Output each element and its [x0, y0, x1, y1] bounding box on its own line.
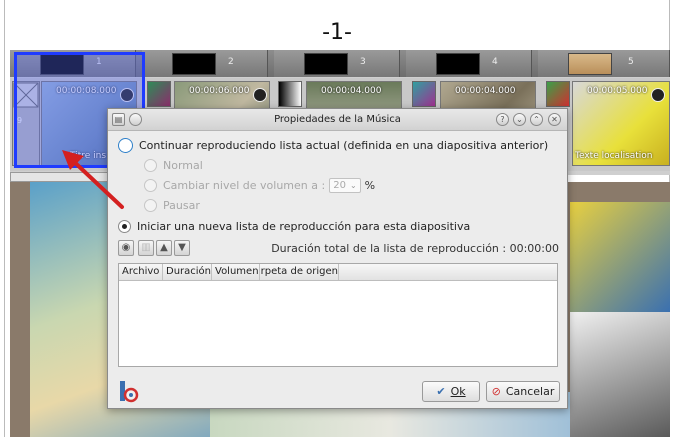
app-logo-icon: [118, 379, 140, 403]
maximize-icon[interactable]: ⌃: [530, 113, 543, 126]
radio-button[interactable]: [144, 179, 157, 192]
slide-header-3[interactable]: 3: [274, 50, 400, 77]
radio-label: Continuar reproduciendo lista actual (de…: [139, 139, 549, 152]
transition-icon[interactable]: [147, 81, 171, 107]
radio-normal[interactable]: Normal: [144, 159, 203, 172]
volume-spinbox[interactable]: 20 ⌄: [329, 178, 361, 193]
transition-icon[interactable]: [412, 81, 436, 107]
slide-header-5[interactable]: 5: [538, 50, 670, 77]
book-image: [570, 202, 670, 312]
slide-thumb: [304, 53, 348, 75]
dialog-titlebar: ▤ Propiedades de la Música ? ⌄ ⌃ ✕: [108, 109, 567, 131]
slide-header-2[interactable]: 2: [142, 50, 268, 77]
delete-icon: ▥: [141, 242, 151, 253]
radio-button[interactable]: [118, 138, 133, 153]
move-up-button[interactable]: ▲: [156, 240, 172, 256]
close-icon[interactable]: ✕: [548, 113, 561, 126]
help-icon[interactable]: ?: [496, 113, 509, 126]
radio-new-list[interactable]: Iniciar una nueva lista de reproducción …: [118, 220, 470, 233]
transition-icon[interactable]: [546, 81, 570, 107]
checkmark-icon: ✔: [436, 385, 446, 398]
column-header-file[interactable]: Archivo: [119, 264, 163, 280]
total-duration-label: Duración total de la lista de reproducci…: [271, 242, 559, 255]
remove-file-button[interactable]: ▥: [138, 240, 154, 256]
clip-time: 00:00:06.000: [189, 86, 250, 96]
column-header-volume[interactable]: Volumen: [212, 264, 260, 280]
clock-icon: [651, 88, 665, 102]
radio-label: Iniciar una nueva lista de reproducción …: [137, 220, 471, 233]
radio-change-volume[interactable]: Cambiar nivel de volumen a : 20 ⌄ %: [144, 178, 375, 193]
slide-number: 2: [228, 57, 234, 67]
volume-value: 20: [333, 180, 346, 191]
clip-time: 00:00:04.000: [455, 86, 516, 96]
slide-number: 4: [492, 57, 498, 67]
add-file-button[interactable]: ◉: [118, 240, 134, 256]
cancel-button[interactable]: ⊘ Cancelar: [486, 381, 560, 402]
folder-icon: ◉: [121, 242, 131, 253]
slide-number: 5: [628, 57, 634, 67]
playlist-table[interactable]: Archivo Duración Volumen Carpeta de orig…: [118, 263, 558, 367]
clip-time: 00:00:04.000: [321, 86, 382, 96]
slide-thumb: [172, 53, 216, 75]
slide-header-4[interactable]: 4: [406, 50, 532, 77]
step-title: -1-: [322, 20, 352, 45]
radio-label: Normal: [163, 159, 203, 172]
radio-label: Cambiar nivel de volumen a :: [163, 179, 326, 192]
slide-thumb: [568, 53, 612, 75]
clip-caption: Texte localisation: [575, 151, 653, 161]
radio-pause[interactable]: Pausar: [144, 199, 200, 212]
column-header-folder[interactable]: Carpeta de origen: [260, 264, 339, 280]
radio-button[interactable]: [144, 199, 157, 212]
arrow-down-icon: ▼: [178, 242, 186, 253]
radio-button[interactable]: [144, 159, 157, 172]
radio-button[interactable]: [118, 220, 131, 233]
clip-5[interactable]: 00:00:05.000 Texte localisation: [572, 81, 670, 166]
radio-label: Pausar: [163, 199, 200, 212]
left-frame-line: [4, 0, 5, 437]
clip-time: 00:00:05.000: [587, 86, 648, 96]
playlist-header: Archivo Duración Volumen Carpeta de orig…: [119, 264, 557, 281]
transition-icon[interactable]: [278, 81, 302, 107]
ok-button[interactable]: ✔ Ok: [422, 381, 480, 402]
cancel-icon: ⊘: [491, 385, 501, 398]
cancel-label: Cancelar: [505, 385, 555, 398]
ok-label: Ok: [450, 385, 466, 398]
clock-icon: [253, 88, 267, 102]
radio-continue-list[interactable]: Continuar reproduciendo lista actual (de…: [118, 138, 548, 153]
move-down-button[interactable]: ▼: [174, 240, 190, 256]
slide-number: 3: [360, 57, 366, 67]
minimize-icon[interactable]: ⌄: [513, 113, 526, 126]
arrow-up-icon: ▲: [160, 242, 168, 253]
slide-thumb: [436, 53, 480, 75]
volume-unit: %: [364, 179, 376, 192]
chevron-down-icon[interactable]: ⌄: [350, 181, 357, 190]
column-header-duration[interactable]: Duración: [163, 264, 212, 280]
music-properties-dialog: ▤ Propiedades de la Música ? ⌄ ⌃ ✕ Conti…: [107, 108, 568, 409]
book-image: [570, 312, 670, 437]
